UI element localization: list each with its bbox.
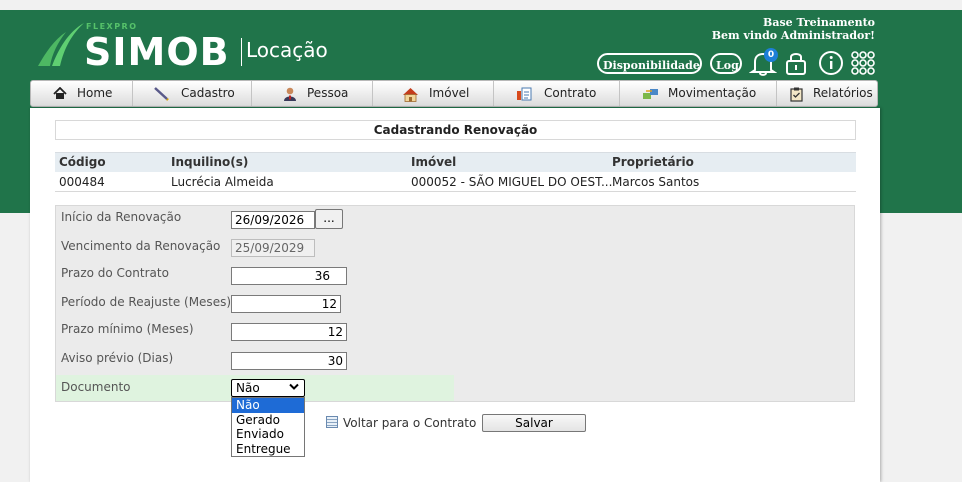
cell-inquilino: Lucrécia Almeida	[171, 175, 274, 189]
prazo-minimo-input[interactable]: 12	[231, 323, 347, 341]
documento-option[interactable]: Entregue	[232, 442, 304, 457]
documento-dropdown-list: Não Gerado Enviado Entregue	[231, 397, 305, 457]
logo-divider	[241, 38, 242, 66]
nav-item-movimentacao[interactable]: Movimentação	[620, 81, 777, 106]
house-icon	[403, 88, 418, 102]
brand-module: Locação	[246, 38, 328, 62]
welcome-text: Bem vindo Administrador!	[711, 29, 875, 42]
inicio-date-input[interactable]: 26/09/2026	[231, 211, 315, 229]
documento-select[interactable]: Não	[231, 379, 305, 397]
reajuste-label: Período de Reajuste (Meses)	[61, 295, 232, 309]
home-icon	[53, 87, 67, 99]
documento-option[interactable]: Gerado	[232, 413, 304, 428]
voltar-contrato-link[interactable]: Voltar para o Contrato	[326, 416, 476, 430]
info-icon[interactable]	[818, 50, 844, 76]
cell-proprietario: Marcos Santos	[612, 175, 700, 189]
exchange-icon	[643, 89, 658, 99]
documento-selected-value: Não	[236, 381, 260, 395]
aviso-previo-input[interactable]: 30	[231, 352, 347, 370]
documento-label: Documento	[61, 380, 131, 394]
reajuste-input[interactable]: 12	[231, 295, 341, 313]
brand-name: SIMOB	[84, 30, 230, 74]
nav-item-relatorios[interactable]: Relatórios	[777, 81, 877, 106]
table-icon	[326, 416, 338, 428]
pencil-icon	[154, 87, 169, 101]
lock-icon[interactable]	[785, 50, 807, 76]
nav-item-pessoa[interactable]: Pessoa	[252, 81, 373, 106]
cell-codigo: 000484	[59, 175, 105, 189]
clipboard-icon	[790, 87, 803, 102]
simob-logo-icon	[38, 23, 84, 66]
date-picker-button[interactable]: ...	[315, 209, 343, 229]
column-header-inquilino: Inquilino(s)	[171, 155, 249, 169]
company-name: Base Treinamento	[763, 16, 875, 29]
voltar-contrato-label: Voltar para o Contrato	[343, 416, 477, 430]
column-header-proprietario: Proprietário	[612, 155, 694, 169]
document-icon	[517, 87, 532, 101]
person-icon	[284, 87, 296, 101]
user-info: Base Treinamento Bem vindo Administrador…	[712, 16, 875, 42]
prazo-minimo-label: Prazo mínimo (Meses)	[61, 322, 194, 336]
nav-label-pessoa: Pessoa	[307, 86, 349, 100]
salvar-button[interactable]: Salvar	[482, 414, 586, 432]
disponibilidade-button[interactable]: Disponibilidade	[597, 53, 702, 74]
nav-item-home[interactable]: Home	[31, 81, 133, 106]
documento-option[interactable]: Enviado	[232, 427, 304, 442]
nav-label-movimentacao: Movimentação	[668, 86, 757, 100]
table-header: Código Inquilino(s) Imóvel Proprietário	[55, 152, 856, 172]
nav-label-contrato: Contrato	[544, 86, 597, 100]
nav-item-cadastro[interactable]: Cadastro	[133, 81, 252, 106]
log-button[interactable]: Log	[710, 53, 742, 74]
inicio-label: Início da Renovação	[61, 210, 182, 224]
nav-label-imovel: Imóvel	[429, 86, 470, 100]
top-strip	[0, 0, 962, 10]
nav-label-relatorios: Relatórios	[813, 86, 873, 100]
apps-grid-icon[interactable]	[850, 50, 876, 76]
documento-option[interactable]: Não	[232, 398, 304, 413]
page-title: Cadastrando Renovação	[55, 120, 856, 140]
cell-imovel: 000052 - SÃO MIGUEL DO OEST...	[411, 175, 613, 189]
aviso-previo-label: Aviso prévio (Dias)	[61, 351, 174, 365]
table-row: 000484 Lucrécia Almeida 000052 - SÃO MIG…	[55, 172, 856, 192]
main-nav: Home Cadastro Pessoa Imóvel Contrato Mov…	[30, 80, 878, 107]
notification-badge: 0	[764, 48, 778, 62]
prazo-label: Prazo do Contrato	[61, 266, 169, 280]
vencimento-label: Vencimento da Renovação	[61, 239, 221, 253]
nav-item-imovel[interactable]: Imóvel	[373, 81, 494, 106]
nav-label-cadastro: Cadastro	[181, 86, 235, 100]
nav-label-home: Home	[77, 86, 113, 100]
column-header-imovel: Imóvel	[411, 155, 457, 169]
prazo-input[interactable]: 36	[231, 267, 347, 285]
chevron-down-icon	[289, 383, 299, 390]
vencimento-date-input: 25/09/2029	[231, 239, 315, 257]
nav-item-contrato[interactable]: Contrato	[494, 81, 620, 106]
column-header-codigo: Código	[59, 155, 106, 169]
